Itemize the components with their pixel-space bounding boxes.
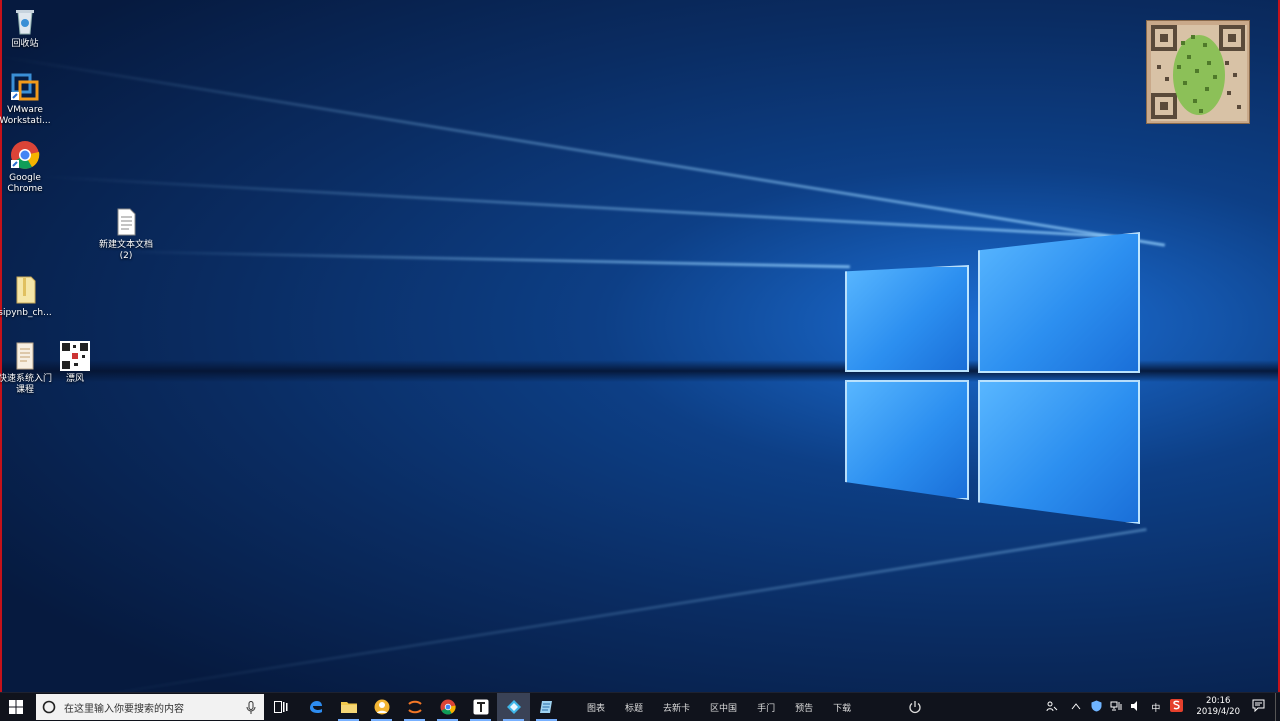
light-beam xyxy=(59,527,1147,703)
recycle-bin-icon xyxy=(10,6,40,36)
quick-system-shortcut[interactable]: 快速系统入门 课程 xyxy=(0,341,53,396)
clock[interactable]: 20:16 2019/4/20 xyxy=(1196,696,1240,718)
search-box[interactable]: 在这里输入你要搜索的内容 xyxy=(36,694,264,720)
taskbar: 在这里输入你要搜索的内容 图表 标题 去新卡 区中国 手门 预告 下载 中 20… xyxy=(0,692,1280,721)
clock-time: 20:16 xyxy=(1205,696,1231,706)
light-beam xyxy=(0,55,1166,247)
clock-date: 2019/4/20 xyxy=(1196,707,1240,717)
taskbar-typora[interactable] xyxy=(464,693,497,721)
qr-code-overlay xyxy=(1146,20,1250,124)
people-icon[interactable] xyxy=(1046,700,1058,715)
taskbar-recorder[interactable] xyxy=(497,693,530,721)
folder-icon xyxy=(340,702,357,713)
toolbar-item[interactable]: 标题 xyxy=(625,701,643,714)
microphone-icon[interactable] xyxy=(246,700,256,714)
typora-icon xyxy=(473,699,488,715)
text-file-icon xyxy=(111,207,141,237)
windows-logo-icon xyxy=(9,700,23,714)
cortana-icon xyxy=(42,700,56,714)
desktop-icon-label: 新建文本文档 (2) xyxy=(98,240,153,261)
quick-toolbar: 图表 标题 去新卡 区中国 手门 预告 下载 xyxy=(577,701,861,714)
avatar-app-icon xyxy=(374,699,389,715)
qr-image-icon xyxy=(60,341,90,371)
toolbar-item[interactable]: 去新卡 xyxy=(663,701,690,714)
chrome-icon xyxy=(10,140,40,170)
recycle-bin-shortcut[interactable]: 回收站 xyxy=(0,6,53,50)
taskbar-jupyter[interactable] xyxy=(398,693,431,721)
light-beam xyxy=(39,175,1139,240)
window-pane xyxy=(845,380,969,500)
taskbar-notepad[interactable] xyxy=(530,693,563,721)
desktop-icon-label: VMware Workstati... xyxy=(0,105,51,126)
zip-file-icon xyxy=(10,275,40,305)
desktop-icon-label: Google Chrome xyxy=(7,173,43,194)
desktop-icon-label: 漂风 xyxy=(65,374,84,384)
task-view-button[interactable] xyxy=(264,693,297,721)
sipynb-folder-shortcut[interactable]: sipynb_ch... xyxy=(0,275,53,319)
window-pane xyxy=(845,265,969,372)
power-icon xyxy=(908,701,921,714)
toolbar-item[interactable]: 手门 xyxy=(757,701,775,714)
network-icon[interactable] xyxy=(1110,700,1122,715)
taskbar-app-orange[interactable] xyxy=(365,693,398,721)
document-icon xyxy=(10,341,40,371)
chrome-icon xyxy=(440,699,456,715)
chrome-shortcut[interactable]: Google Chrome xyxy=(0,140,53,195)
vmware-icon xyxy=(10,72,40,102)
desktop-icon-label: 回收站 xyxy=(11,39,39,49)
show-desktop-button[interactable] xyxy=(1275,693,1280,721)
diamond-app-icon xyxy=(506,700,521,714)
toolbar-item[interactable]: 区中国 xyxy=(710,701,737,714)
task-view-icon xyxy=(273,701,287,713)
edge-icon xyxy=(309,701,322,713)
toolbar-item[interactable]: 图表 xyxy=(587,701,605,714)
ime-indicator[interactable]: 中 xyxy=(1151,701,1160,714)
sogou-ime-icon[interactable] xyxy=(1170,699,1184,715)
vmware-shortcut[interactable]: VMware Workstati... xyxy=(0,72,53,127)
qr-image-shortcut[interactable]: 漂风 xyxy=(47,341,103,385)
toolbar-item[interactable]: 下载 xyxy=(833,701,851,714)
power-button[interactable] xyxy=(898,693,931,721)
window-pane xyxy=(978,232,1140,373)
taskbar-file-explorer[interactable] xyxy=(332,693,365,721)
security-shield-icon[interactable] xyxy=(1091,700,1102,715)
start-button[interactable] xyxy=(0,693,32,721)
notepad-icon xyxy=(539,701,552,713)
desktop-wallpaper xyxy=(0,0,1280,720)
jupyter-icon xyxy=(407,700,422,714)
desktop-icon-label: 快速系统入门 课程 xyxy=(0,374,52,395)
light-beam xyxy=(119,250,850,269)
new-text-doc-file[interactable]: 新建文本文档 (2) xyxy=(98,207,154,262)
notifications-icon[interactable] xyxy=(1252,699,1265,715)
system-tray: 中 20:16 2019/4/20 xyxy=(1039,693,1280,721)
taskbar-edge[interactable] xyxy=(299,693,332,721)
toolbar-item[interactable]: 预告 xyxy=(795,701,813,714)
taskbar-chrome[interactable] xyxy=(431,693,464,721)
window-pane xyxy=(978,380,1140,524)
show-hidden-icons-chevron-icon[interactable] xyxy=(1071,702,1081,713)
speaker-icon[interactable] xyxy=(1130,700,1142,715)
desktop-icon-label: sipynb_ch... xyxy=(0,308,52,318)
search-placeholder: 在这里输入你要搜索的内容 xyxy=(64,703,184,715)
